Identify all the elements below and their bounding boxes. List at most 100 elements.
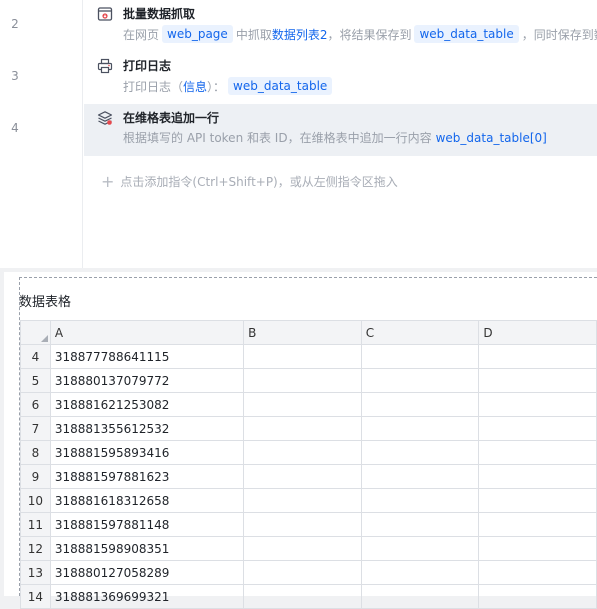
row-number[interactable]: 14 (20, 584, 51, 609)
step-description: 在网页 web_page 中抓取 数据列表2 ，将结果保存到 web_data_… (123, 25, 597, 43)
cell-b[interactable] (243, 560, 362, 585)
cell-b[interactable] (243, 536, 362, 561)
row-number[interactable]: 8 (20, 440, 51, 465)
step-title: 打印日志 (123, 59, 172, 73)
table-row: 5 318880137079772 (20, 368, 597, 393)
cell-a[interactable]: 318880137079772 (49, 368, 245, 393)
cell-d[interactable] (478, 584, 597, 609)
cell-c[interactable] (360, 416, 480, 441)
desc-text: ，将结果保存到 (327, 27, 412, 42)
table-row: 14 318881369699321 (20, 584, 597, 609)
step-batch-data-grab[interactable]: 批量数据抓取 在网页 web_page 中抓取 数据列表2 ，将结果保存到 we… (84, 0, 597, 52)
cell-a[interactable]: 318881598908351 (49, 536, 245, 561)
cell-c[interactable] (360, 512, 480, 537)
printer-icon (97, 58, 113, 74)
desc-text: ，同时保存到数据 (521, 27, 597, 42)
desc-text: 中抓取 (235, 27, 272, 42)
line-number: 4 (11, 121, 19, 135)
row-number[interactable]: 5 (20, 368, 51, 393)
cell-d[interactable] (478, 416, 597, 441)
data-grid-panel: 数据表格 A B C D 4 318877788641115 5 3188801370… (4, 272, 597, 609)
cell-c[interactable] (360, 440, 480, 465)
variable-chip[interactable]: web_page (162, 25, 233, 43)
cell-c[interactable] (360, 368, 480, 393)
row-number[interactable]: 11 (20, 512, 51, 537)
cell-c[interactable] (360, 584, 480, 609)
cell-a[interactable]: 318881597881148 (49, 512, 245, 537)
cell-d[interactable] (478, 368, 597, 393)
cell-a[interactable]: 318881355612532 (49, 416, 245, 441)
cell-a[interactable]: 318880127058289 (49, 560, 245, 585)
column-header-b[interactable]: B (243, 320, 362, 345)
header-row: A B C D (20, 320, 597, 345)
cell-a[interactable]: 318881597881623 (49, 464, 245, 489)
cell-d[interactable] (478, 560, 597, 585)
cell-b[interactable] (243, 488, 362, 513)
highlight-text[interactable]: 信息 (183, 78, 207, 95)
cell-a[interactable]: 318881595893416 (49, 440, 245, 465)
highlight-text[interactable]: 数据列表2 (272, 26, 328, 43)
step-title: 批量数据抓取 (123, 7, 196, 21)
row-number[interactable]: 12 (20, 536, 51, 561)
step-print-log[interactable]: 打印日志 打印日志（ 信息 ）： web_data_table (84, 52, 597, 104)
cell-a[interactable]: 318881369699321 (49, 584, 245, 609)
select-all-corner[interactable] (20, 320, 51, 345)
table-row: 9 318881597881623 (20, 464, 597, 489)
row-number[interactable]: 7 (20, 416, 51, 441)
cell-d[interactable] (478, 464, 597, 489)
cell-d[interactable] (478, 488, 597, 513)
cell-d[interactable] (478, 440, 597, 465)
table-row: 11 318881597881148 (20, 512, 597, 537)
cell-c[interactable] (360, 392, 480, 417)
cell-c[interactable] (360, 536, 480, 561)
cell-d[interactable] (478, 536, 597, 561)
add-command-hint[interactable]: + 点击添加指令(Ctrl+Shift+P)，或从左侧指令区拖入 (101, 172, 398, 191)
table-row: 12 318881598908351 (20, 536, 597, 561)
cell-b[interactable] (243, 584, 362, 609)
cell-c[interactable] (360, 344, 480, 369)
column-header-c[interactable]: C (360, 320, 480, 345)
layers-icon (97, 111, 113, 125)
table-row: 10 318881618312658 (20, 488, 597, 513)
grid-title: 数据表格 (19, 295, 72, 310)
column-header-d[interactable]: D (478, 320, 597, 345)
cell-a[interactable]: 318881618312658 (49, 488, 245, 513)
cell-b[interactable] (243, 416, 362, 441)
row-number[interactable]: 10 (20, 488, 51, 513)
cell-d[interactable] (478, 344, 597, 369)
column-header-a[interactable]: A (49, 320, 245, 345)
cell-b[interactable] (243, 392, 362, 417)
plus-icon: + (101, 172, 115, 191)
variable-chip[interactable]: web_data_table (414, 25, 519, 43)
cell-b[interactable] (243, 512, 362, 537)
cell-c[interactable] (360, 560, 480, 585)
cell-a[interactable]: 318881621253082 (49, 392, 245, 417)
row-number[interactable]: 4 (20, 344, 51, 369)
line-number: 3 (11, 69, 19, 83)
table-row: 6 318881621253082 (20, 392, 597, 417)
desc-text: 在网页 (123, 27, 160, 42)
cell-d[interactable] (478, 392, 597, 417)
row-number[interactable]: 9 (20, 464, 51, 489)
cell-c[interactable] (360, 488, 480, 513)
line-number-gutter: 2 3 4 (0, 0, 83, 268)
cell-a[interactable]: 318877788641115 (49, 344, 245, 369)
row-number[interactable]: 13 (20, 560, 51, 585)
cell-b[interactable] (243, 344, 362, 369)
cell-b[interactable] (243, 464, 362, 489)
table-row: 13 318880127058289 (20, 560, 597, 585)
row-number[interactable]: 6 (20, 392, 51, 417)
cell-c[interactable] (360, 464, 480, 489)
table-row: 8 318881595893416 (20, 440, 597, 465)
step-description: 根据填写的 API token 和表 ID，在维格表中追加一行内容 web_da… (123, 129, 547, 146)
add-hint-label: 点击添加指令(Ctrl+Shift+P)，或从左侧指令区拖入 (120, 175, 398, 189)
cell-b[interactable] (243, 368, 362, 393)
variable-chip[interactable]: web_data_table (228, 77, 333, 95)
step-append-row-vika[interactable]: 在维格表追加一行 根据填写的 API token 和表 ID，在维格表中追加一行… (84, 104, 597, 156)
cell-b[interactable] (243, 440, 362, 465)
desc-text: ）： (207, 79, 226, 94)
data-table: A B C D 4 318877788641115 5 318880137079772… (20, 320, 597, 609)
highlight-text[interactable]: web_data_table[0] (436, 131, 547, 145)
cell-d[interactable] (478, 512, 597, 537)
corner-triangle-icon (40, 335, 48, 342)
